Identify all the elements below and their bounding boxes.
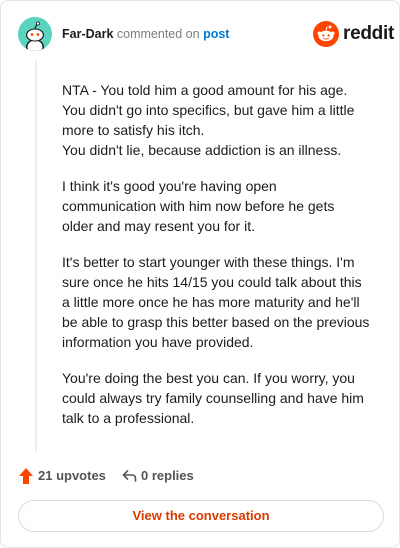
comment-card: Far-Dark commented on post reddit NTA - … [0, 0, 400, 548]
comment-paragraph: I think it's good you're having open com… [62, 178, 335, 234]
post-link[interactable]: post [203, 27, 229, 41]
user-avatar[interactable] [18, 17, 52, 51]
reply-arrow-icon [122, 470, 137, 482]
comment-paragraph: You're doing the best you can. If you wo… [62, 370, 364, 426]
reply-control[interactable]: 0 replies [122, 466, 202, 486]
comment-paragraph: NTA - You told him a good amount for his… [62, 82, 355, 158]
brand-name: reddit [343, 23, 394, 44]
reddit-brand[interactable]: reddit [313, 21, 394, 47]
snoo-avatar-icon [18, 17, 52, 51]
upvote-arrow-icon [19, 468, 33, 484]
comment-body: NTA - You told him a good amount for his… [62, 80, 384, 444]
comment-footer: 21 upvotes 0 replies [18, 466, 384, 486]
author-name[interactable]: Far-Dark [62, 27, 113, 41]
author-line: Far-Dark commented on post [62, 26, 229, 42]
comment-header: Far-Dark commented on post reddit [18, 17, 394, 51]
thread-line [35, 61, 37, 451]
comment-paragraph: It's better to start younger with these … [62, 254, 370, 350]
view-conversation-button[interactable]: View the conversation [18, 500, 384, 532]
upvote-count: 21 upvotes [38, 468, 106, 483]
reddit-logo-icon [313, 21, 339, 47]
reply-count: 0 replies [141, 468, 194, 483]
upvote-control[interactable]: 21 upvotes [18, 466, 108, 486]
action-text: commented on [116, 27, 200, 41]
